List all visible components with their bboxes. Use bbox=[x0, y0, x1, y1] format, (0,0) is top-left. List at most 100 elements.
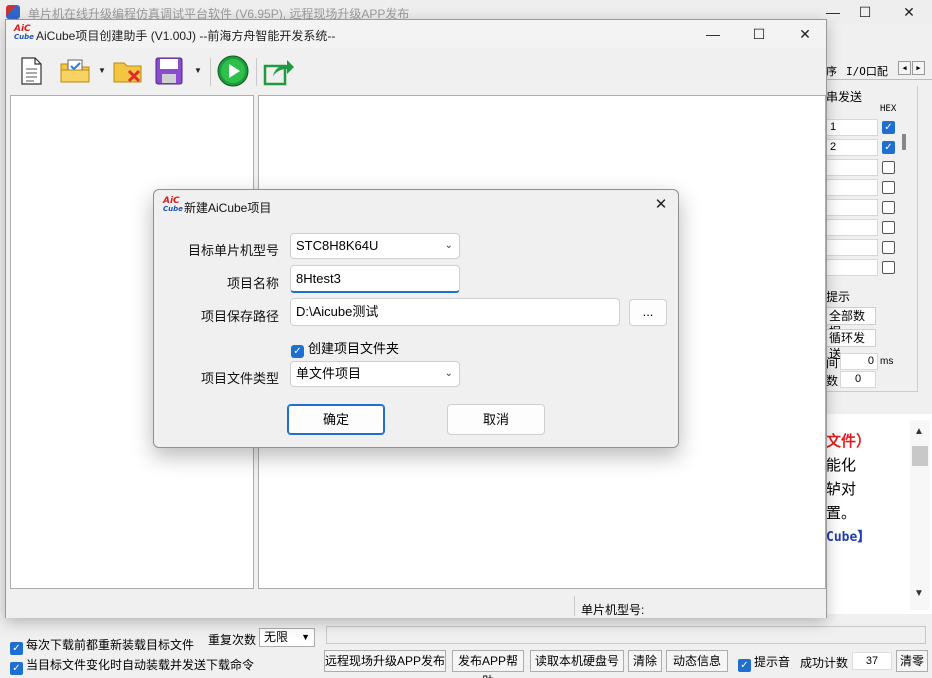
reset-count-button[interactable]: 清零 bbox=[896, 650, 928, 672]
send-field[interactable]: 1 bbox=[826, 119, 878, 136]
project-name-label: 项目名称 bbox=[226, 276, 279, 291]
progress-field bbox=[326, 626, 926, 644]
status-bar: 单片机型号: bbox=[6, 594, 826, 618]
main-close-button[interactable]: ✕ bbox=[894, 3, 924, 21]
sound-checkbox[interactable]: ✓ 提示音 bbox=[738, 653, 790, 672]
mcu-label: 目标单片机型号 bbox=[187, 243, 279, 258]
send-list-scroll-thumb[interactable] bbox=[902, 134, 906, 150]
chevron-down-icon[interactable]: ▼ bbox=[194, 66, 202, 75]
toolbar-separator bbox=[210, 58, 211, 86]
run-icon[interactable] bbox=[216, 55, 250, 87]
interval-unit: ms bbox=[880, 356, 894, 367]
close-project-icon[interactable] bbox=[112, 55, 146, 87]
new-project-dialog: AiC Cube 新建AiCube项目 ✕ 目标单片机型号 STC8H8K64U… bbox=[153, 189, 679, 448]
file-type-select-value: 单文件项目 bbox=[296, 366, 362, 381]
scroll-thumb[interactable] bbox=[912, 446, 928, 466]
info-line: 轳对 bbox=[826, 481, 857, 498]
info-line: 能化 bbox=[826, 457, 857, 474]
export-icon[interactable] bbox=[262, 55, 296, 87]
send-all-data-button[interactable]: 全部数据 bbox=[826, 307, 876, 339]
hex-checkbox[interactable] bbox=[882, 161, 895, 174]
dialog-close-button[interactable]: ✕ bbox=[648, 194, 674, 216]
send-field[interactable] bbox=[826, 219, 878, 236]
aicube-logo: AiC Cube bbox=[14, 25, 34, 41]
project-name-input[interactable]: 8Htest3 bbox=[290, 265, 460, 293]
save-path-input[interactable]: D:\Aicube测试 bbox=[290, 298, 620, 326]
dynamic-info-button[interactable]: 动态信息 bbox=[666, 650, 728, 672]
hex-checkbox[interactable]: ✓ bbox=[882, 141, 895, 154]
browse-button[interactable]: ... bbox=[629, 299, 667, 326]
repeat-count-value: 无限 bbox=[264, 630, 289, 644]
tab-prev-arrow[interactable]: ◀ bbox=[898, 61, 911, 75]
aicube-close-button[interactable]: ✕ bbox=[790, 25, 820, 43]
logo-text-bottom: Cube bbox=[14, 33, 34, 41]
app-icon bbox=[6, 5, 20, 19]
send-field[interactable] bbox=[826, 239, 878, 256]
checkbox-checked-icon: ✓ bbox=[10, 662, 23, 675]
new-file-icon[interactable] bbox=[14, 55, 48, 87]
logo-text-bottom: Cube bbox=[163, 205, 183, 213]
count-label: 数 bbox=[826, 374, 839, 388]
publish-help-button[interactable]: 发布APP帮助 bbox=[452, 650, 524, 678]
scroll-up-icon[interactable]: ▲ bbox=[914, 426, 924, 437]
auto-reload-checkbox[interactable]: ✓ 当目标文件变化时自动装载并发送下载命令 bbox=[10, 656, 254, 675]
mcu-model-status: 单片机型号: bbox=[581, 603, 645, 617]
save-icon[interactable] bbox=[152, 55, 186, 87]
status-separator bbox=[574, 596, 575, 616]
dialog-title: 新建AiCube项目 bbox=[184, 201, 272, 215]
scroll-down-icon[interactable]: ▼ bbox=[914, 588, 924, 599]
aicube-logo: AiC Cube bbox=[163, 197, 183, 213]
save-path-label: 项目保存路径 bbox=[200, 309, 279, 324]
repeat-count-select[interactable]: 无限 ▼ bbox=[259, 628, 315, 647]
aicube-maximize-button[interactable]: ☐ bbox=[744, 25, 774, 43]
tab-serial[interactable]: 序 bbox=[826, 63, 837, 79]
hex-checkbox[interactable] bbox=[882, 221, 895, 234]
checkbox-label: 当目标文件变化时自动装载并发送下载命令 bbox=[26, 658, 255, 672]
aicube-titlebar: AiC Cube AiCube项目创建助手 (V1.00J) --前海方舟智能开… bbox=[6, 20, 826, 48]
chevron-down-icon: ⌄ bbox=[444, 368, 453, 379]
loop-send-button[interactable]: 循环发送 bbox=[826, 329, 876, 361]
aicube-window-title: AiCube项目创建助手 (V1.00J) --前海方舟智能开发系统-- bbox=[36, 29, 336, 43]
hex-column-label: HEX bbox=[880, 104, 897, 114]
chevron-down-icon[interactable]: ▼ bbox=[98, 66, 106, 75]
hex-checkbox[interactable] bbox=[882, 201, 895, 214]
info-line: 文件） bbox=[826, 433, 872, 450]
hex-checkbox[interactable] bbox=[882, 261, 895, 274]
send-field[interactable] bbox=[826, 159, 878, 176]
ok-button[interactable]: 确定 bbox=[287, 404, 385, 435]
hex-checkbox[interactable]: ✓ bbox=[882, 121, 895, 134]
hex-checkbox[interactable] bbox=[882, 241, 895, 254]
hex-checkbox[interactable] bbox=[882, 181, 895, 194]
reload-before-download-checkbox[interactable]: ✓ 每次下载前都重新装载目标文件 bbox=[10, 636, 194, 655]
tab-next-arrow[interactable]: ▶ bbox=[912, 61, 925, 75]
chevron-down-icon: ▼ bbox=[301, 632, 310, 642]
main-maximize-button[interactable]: ☐ bbox=[850, 3, 880, 21]
aicube-minimize-button[interactable]: — bbox=[698, 25, 728, 43]
read-disk-id-button[interactable]: 读取本机硬盘号 bbox=[530, 650, 624, 672]
info-line: Cube】 bbox=[826, 530, 871, 545]
mcu-select-value: STC8H8K64U bbox=[296, 238, 379, 253]
info-scrollbar[interactable]: ▲ ▼ bbox=[910, 420, 930, 610]
send-field[interactable] bbox=[826, 199, 878, 216]
interval-field[interactable]: 0 bbox=[840, 353, 878, 370]
cancel-button[interactable]: 取消 bbox=[447, 404, 545, 435]
file-type-label: 项目文件类型 bbox=[200, 371, 279, 386]
hint-label: 提示 bbox=[826, 290, 851, 304]
interval-label: 间 bbox=[826, 356, 839, 370]
file-type-select[interactable]: 单文件项目 ⌄ bbox=[290, 361, 460, 387]
checkbox-checked-icon: ✓ bbox=[10, 642, 23, 655]
checkbox-label: 提示音 bbox=[754, 655, 791, 669]
checkbox-label: 每次下载前都重新装载目标文件 bbox=[26, 638, 195, 652]
create-folder-checkbox[interactable]: ✓ 创建项目文件夹 bbox=[291, 338, 399, 358]
clear-button[interactable]: 清除 bbox=[628, 650, 662, 672]
send-field[interactable] bbox=[826, 179, 878, 196]
remote-upgrade-button[interactable]: 远程现场升级APP发布 bbox=[324, 650, 446, 672]
send-field[interactable]: 2 bbox=[826, 139, 878, 156]
open-folder-icon[interactable] bbox=[58, 55, 92, 87]
send-field[interactable] bbox=[826, 259, 878, 276]
checkbox-checked-icon: ✓ bbox=[291, 345, 304, 358]
toolbar-separator bbox=[256, 58, 257, 86]
mcu-select[interactable]: STC8H8K64U ⌄ bbox=[290, 233, 460, 259]
count-field[interactable]: 0 bbox=[840, 371, 876, 388]
tab-io-config[interactable]: I/O口配 bbox=[846, 63, 888, 79]
